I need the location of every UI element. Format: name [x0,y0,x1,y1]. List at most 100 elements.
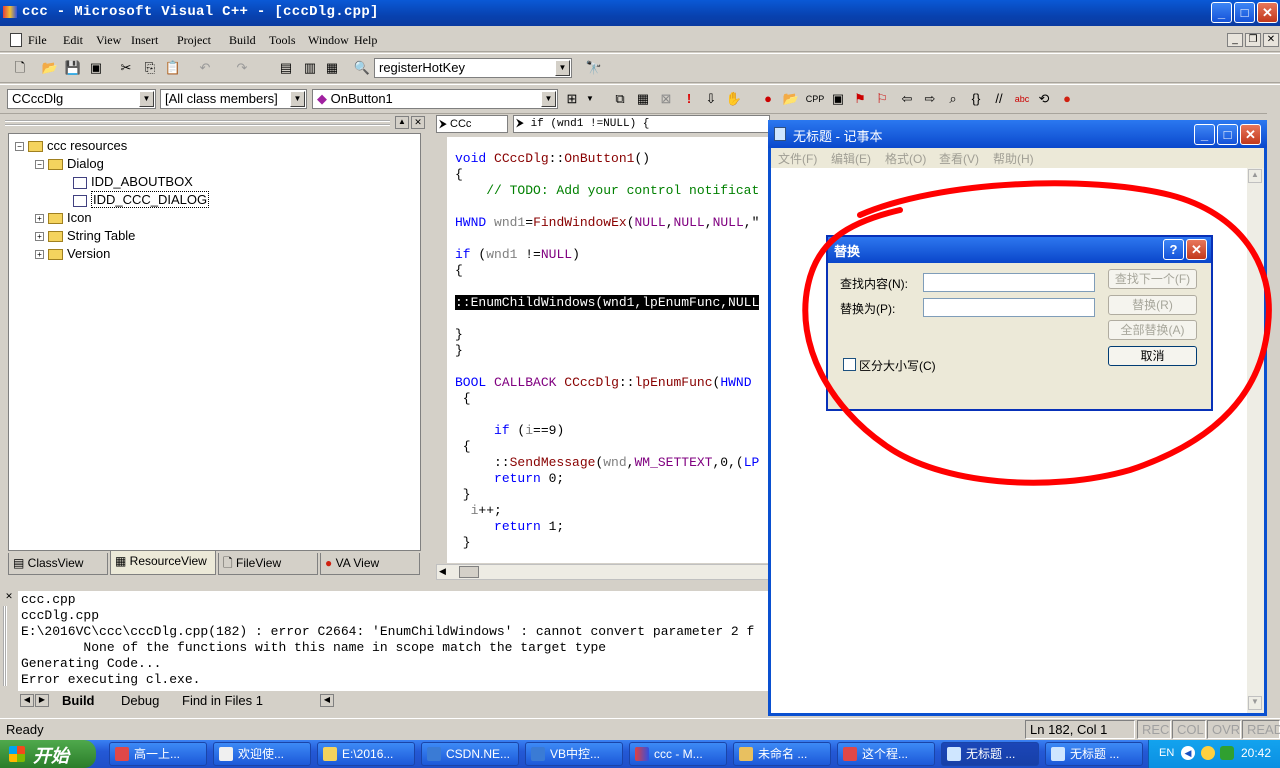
menu-edit[interactable]: Edit [63,33,83,48]
menu-view[interactable]: 查看(V) [939,150,979,167]
compile-icon[interactable]: ⧉ [610,89,630,109]
build-icon[interactable]: ▦ [633,89,653,109]
va-options-icon[interactable]: ● [758,89,778,109]
taskbar-item[interactable]: ccc - M... [629,742,727,766]
window-list-icon[interactable]: ▦ [322,58,342,78]
tree-item-dialog[interactable]: − Dialog [35,155,104,173]
taskbar-item[interactable]: 欢迎使... [213,742,311,766]
stop-build-icon[interactable]: ⊠ [656,89,676,109]
tab-debug[interactable]: Debug [121,693,159,708]
new-file-icon[interactable]: 🗋 [10,58,30,78]
close-button[interactable]: ✕ [1240,124,1261,145]
tomato-icon[interactable]: ● [1057,89,1077,109]
close-button[interactable]: ✕ [1257,2,1278,23]
gripper[interactable] [5,120,390,126]
chevron-down-icon[interactable]: ▼ [139,91,154,107]
search-icon[interactable]: 🔭 [584,58,604,78]
cut-icon[interactable]: ✂ [116,58,136,78]
open-file-in-solution-icon[interactable]: 📂 [781,89,801,109]
chevron-down-icon[interactable]: ▼ [541,91,556,107]
tab-build[interactable]: Build [62,693,95,708]
spell-check-icon[interactable]: abc [1012,89,1032,109]
taskbar-item[interactable]: VB中控... [525,742,623,766]
menu-view[interactable]: View [96,33,121,48]
tray-back-icon[interactable]: ◀ [1181,746,1195,760]
member-combo[interactable]: ◆ OnButton1 ▼ [312,89,558,109]
minimize-button[interactable]: _ [1194,124,1215,145]
scroll-left-icon[interactable]: ◀ [439,566,446,577]
breakpoint-hand-icon[interactable]: ✋ [724,89,744,109]
brace-icon[interactable]: {} [966,89,986,109]
gripper[interactable] [3,606,7,686]
expand-icon[interactable]: + [35,250,44,260]
tab-resourceview[interactable]: ▦ ResourceView [110,551,216,575]
collapse-icon[interactable]: − [35,160,44,170]
tree-item-string-table[interactable]: + String Table [35,227,135,245]
find-references-icon[interactable]: ⌕ [943,89,963,109]
tab-fileview[interactable]: 🗋 FileView [218,553,318,575]
resource-tree[interactable]: − ccc resources − Dialog IDD_ABOUTBOX IDD_… [8,133,421,551]
maximize-button[interactable]: □ [1234,2,1255,23]
find-symbol-icon[interactable]: ▣ [828,89,848,109]
refactor-icon[interactable]: ⟲ [1034,89,1054,109]
scroll-left-icon[interactable]: ◀ [20,694,34,707]
tree-item-idd-ccc-dialog[interactable]: IDD_CCC_DIALOG [73,191,210,209]
scroll-thumb[interactable] [459,566,479,578]
class-combo[interactable]: CCccDlg ▼ [7,89,156,109]
expand-icon[interactable]: + [35,214,44,224]
open-file-icon[interactable]: 📂 [40,58,60,78]
tab-classview[interactable]: ▤ ClassView [8,553,108,575]
code-editor[interactable]: void CCccDlg::OnButton1() { // TODO: Add… [447,137,769,563]
menu-window[interactable]: Window [308,33,349,48]
save-icon[interactable]: 💾 [63,58,83,78]
taskbar-item[interactable]: 未命名 ... [733,742,831,766]
tab-va-view[interactable]: ● VA View [320,553,420,575]
chevron-down-icon[interactable]: ▼ [555,60,570,76]
mdi-close-button[interactable]: ✕ [1263,33,1279,47]
find-in-files-icon[interactable]: 🔍 [352,58,372,78]
menu-file[interactable]: 文件(F) [778,150,817,167]
find-combo[interactable]: registerHotKey ▼ [374,58,572,78]
dock-toggle-button[interactable]: ▲ [395,116,409,129]
collapse-icon[interactable]: − [15,142,24,152]
paste-icon[interactable]: 📋 [163,58,183,78]
output-text[interactable]: ccc.cpp cccDlg.cpp E:\2016VC\ccc\cccDlg.… [18,591,770,691]
tab-find-in-files[interactable]: Find in Files 1 [182,693,263,708]
comment-icon[interactable]: // [989,89,1009,109]
menu-build[interactable]: Build [229,33,256,48]
shield-icon[interactable] [1220,746,1234,760]
forward-icon[interactable]: ⇨ [920,89,940,109]
tray-app-icon[interactable] [1201,746,1215,760]
undo-icon[interactable]: ↶ [195,58,215,78]
minimize-button[interactable]: _ [1211,2,1232,23]
chevron-down-icon[interactable]: ▼ [580,89,600,109]
start-button[interactable]: 开始 [0,740,96,768]
taskbar-item[interactable]: 无标题 ... [941,742,1039,766]
bookmark-icon[interactable]: ⚑ [850,89,870,109]
execute-icon[interactable]: ! [679,89,699,109]
tree-item-version[interactable]: + Version [35,245,110,263]
taskbar-item[interactable]: 这个程... [837,742,935,766]
tree-item-icon[interactable]: + Icon [35,209,92,227]
mdi-restore-button[interactable]: ❐ [1245,33,1261,47]
bookmark-next-icon[interactable]: ⚐ [872,89,892,109]
filter-combo[interactable]: [All class members] ▼ [160,89,307,109]
close-icon[interactable]: ✕ [411,116,425,129]
editor-hscrollbar[interactable]: ◀ [436,564,770,580]
mdi-minimize-button[interactable]: _ [1227,33,1243,47]
expand-icon[interactable]: + [35,232,44,242]
menu-tools[interactable]: Tools [269,33,296,48]
close-icon[interactable]: ✕ [3,591,15,603]
tree-item-root[interactable]: − ccc resources [15,137,127,155]
maximize-button[interactable]: □ [1217,124,1238,145]
workspace-toggle-icon[interactable]: ▤ [276,58,296,78]
menu-format[interactable]: 格式(O) [885,150,926,167]
wizardbar-action-icon[interactable]: ⊞ [562,89,582,109]
save-all-icon[interactable]: ▣ [86,58,106,78]
copy-icon[interactable]: ⎘ [140,58,160,78]
header-cpp-toggle-icon[interactable]: CPP [805,89,825,109]
chevron-down-icon[interactable]: ▼ [290,91,305,107]
taskbar-item[interactable]: 无标题 ... [1045,742,1143,766]
tree-item-idd-aboutbox[interactable]: IDD_ABOUTBOX [73,173,193,191]
taskbar-item[interactable]: 高一上... [109,742,207,766]
